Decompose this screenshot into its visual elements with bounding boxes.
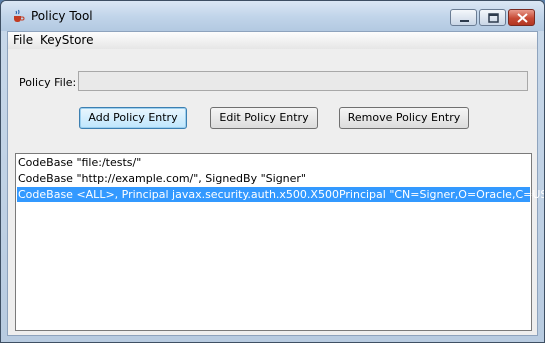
menu-keystore[interactable]: KeyStore (40, 33, 93, 47)
policy-entry-item[interactable]: CodeBase "http://example.com/", SignedBy… (17, 171, 530, 186)
menu-file[interactable]: File (13, 33, 33, 47)
maximize-icon (488, 13, 499, 23)
policy-entry-item-selected[interactable]: CodeBase <ALL>, Principal javax.security… (17, 187, 544, 202)
maximize-button[interactable] (479, 9, 506, 26)
add-policy-entry-button[interactable]: Add Policy Entry (79, 107, 187, 129)
close-icon (517, 13, 528, 23)
policy-entry-item[interactable]: CodeBase "file:/tests/" (17, 155, 530, 170)
client-area: File KeyStore Policy File: Add Policy En… (7, 31, 544, 336)
app-window: Policy Tool File KeyStore Policy File: A… (0, 0, 545, 343)
policy-file-field[interactable] (78, 71, 528, 91)
edit-policy-entry-button[interactable]: Edit Policy Entry (210, 107, 318, 129)
minimize-icon (460, 20, 469, 22)
title-bar[interactable]: Policy Tool (1, 1, 544, 31)
window-title: Policy Tool (31, 9, 93, 23)
policy-entry-list[interactable]: CodeBase "file:/tests/" CodeBase "http:/… (15, 153, 544, 331)
remove-policy-entry-button[interactable]: Remove Policy Entry (339, 107, 469, 129)
java-cup-icon (14, 9, 25, 22)
policy-file-label: Policy File: (19, 76, 77, 89)
close-button[interactable] (508, 9, 535, 26)
menu-bar: File KeyStore (8, 32, 537, 49)
minimize-button[interactable] (450, 9, 477, 26)
